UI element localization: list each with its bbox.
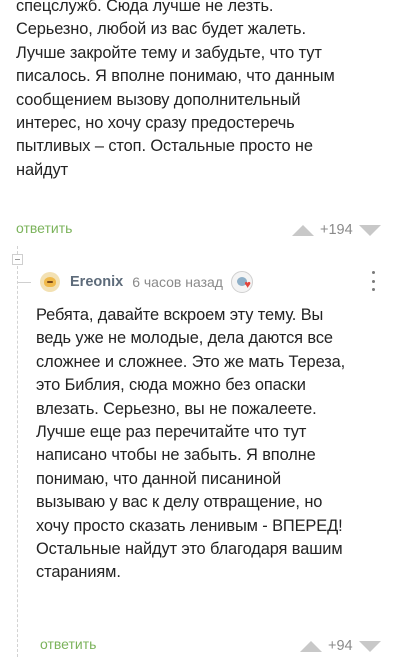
more-vertical-icon[interactable] bbox=[370, 271, 376, 291]
comment-2-line: влезать. Серьезно, вы не пожалеете. bbox=[36, 399, 317, 418]
arrow-up-icon[interactable] bbox=[300, 640, 322, 652]
arrow-down-icon[interactable] bbox=[358, 224, 381, 236]
comment-2-line: Остальные найдут это благодаря вашим bbox=[36, 540, 343, 559]
comment-1-line: найдут bbox=[16, 160, 68, 179]
comment-2-actions: ответить bbox=[40, 632, 96, 656]
comment-1-line: пытливых – стоп. Остальные просто не bbox=[16, 137, 313, 156]
comment-1-reply-button[interactable]: ответить bbox=[16, 220, 72, 236]
comment-2-score: +94 bbox=[328, 638, 353, 654]
comment-1-line: спецслужб. Сюда лучше не лезть. bbox=[16, 0, 274, 15]
comment-2-line: Лучше еще раз перечитайте что тут bbox=[36, 423, 307, 442]
comment-2-line: написано чтобы не забыть. Я вполне bbox=[36, 446, 316, 465]
comment-2-line: понимаю, что данной писаниной bbox=[36, 469, 282, 488]
comment-2-time[interactable]: 6 часов назад bbox=[132, 274, 223, 290]
thread-line bbox=[17, 246, 18, 254]
comment-1-line: сообщением вызову дополнительный bbox=[16, 90, 301, 109]
user-avatar[interactable] bbox=[40, 272, 60, 292]
collapse-minus-icon[interactable] bbox=[12, 254, 23, 265]
arrow-down-icon[interactable] bbox=[358, 640, 381, 652]
comment-2-line: вызываю у вас к делу отвращение, но bbox=[36, 493, 323, 512]
comment-1-line: интерес, но хочу сразу предостеречь bbox=[16, 114, 295, 133]
comment-2-line: ведь уже не молодые, дела даются все bbox=[36, 329, 333, 348]
comment-2-line: Ребята, давайте вскроем эту тему. Вы bbox=[36, 306, 324, 324]
comment-1-vote: +194 bbox=[292, 222, 381, 238]
comment-2-line: сложнее и сложнее. Это же мать Тереза, bbox=[36, 352, 346, 371]
award-heart-icon[interactable]: ♥ bbox=[230, 271, 253, 293]
comment-2-vote: +94 bbox=[300, 638, 381, 654]
comment-2-header: Ereonix 6 часов назад ♥ bbox=[40, 270, 253, 294]
comment-1-score: +194 bbox=[320, 222, 353, 238]
comment-1-line: Лучше закройте тему и забудьте, что тут bbox=[16, 43, 322, 62]
comment-1-text: спецслужб. Сюда лучше не лезть. Серьезно… bbox=[16, 0, 394, 182]
comment-2-line: хочу просто сказать ленивым - ВПЕРЕД! bbox=[36, 516, 343, 535]
thread-branch bbox=[18, 282, 31, 283]
thread-line bbox=[17, 266, 18, 657]
comment-1-line: писалось. Я вполне понимаю, что данным bbox=[16, 67, 335, 86]
comment-2-reply-button[interactable]: ответить bbox=[40, 636, 96, 652]
comment-2-line: стараниям. bbox=[36, 563, 121, 582]
arrow-up-icon[interactable] bbox=[292, 224, 314, 236]
comment-2-author[interactable]: Ereonix bbox=[70, 274, 123, 290]
comment-1-line: Серьезно, любой из вас будет жалеть. bbox=[16, 20, 306, 39]
comment-2-text: Ребята, давайте вскроем эту тему. Вы вед… bbox=[36, 304, 398, 585]
comment-2-line: это Библия, сюда можно без опаски bbox=[36, 376, 306, 395]
comment-1-actions: ответить bbox=[16, 216, 72, 240]
